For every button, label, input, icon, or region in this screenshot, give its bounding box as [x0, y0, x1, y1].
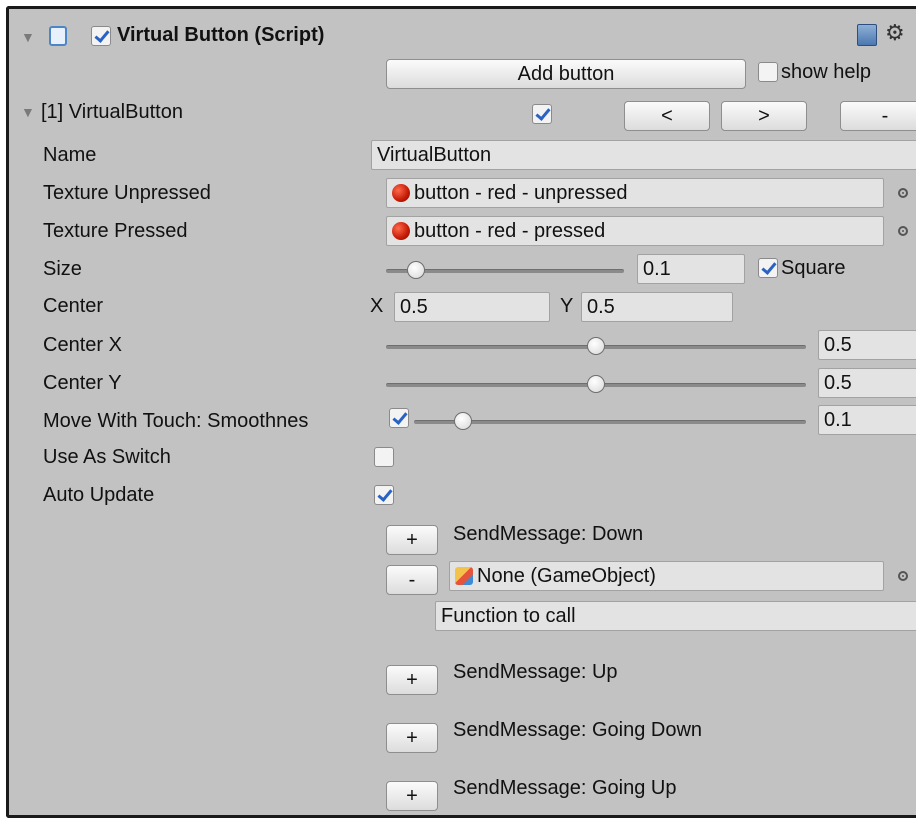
texture-pressed-label: Texture Pressed	[43, 220, 188, 242]
center-label: Center	[43, 295, 104, 317]
texture-unpressed-field[interactable]: button - red - unpressed	[386, 178, 884, 208]
component-enabled-checkbox[interactable]	[91, 26, 111, 46]
next-button[interactable]: >	[721, 101, 807, 131]
component-title: Virtual Button (Script)	[117, 24, 325, 46]
cube-icon	[455, 567, 473, 585]
smoothness-value-field[interactable]: 0.1	[818, 405, 916, 435]
center-x-field[interactable]: 0.5	[394, 292, 550, 322]
square-checkbox[interactable]	[758, 258, 778, 278]
name-label: Name	[43, 144, 97, 166]
add-down-message-button[interactable]: +	[386, 525, 438, 555]
script-icon	[49, 26, 67, 46]
add-going-up-message-button[interactable]: +	[386, 781, 438, 811]
show-help-label: show help	[781, 61, 872, 83]
texture-unpressed-label: Texture Unpressed	[43, 182, 211, 204]
gear-icon[interactable]: ⚙	[885, 20, 905, 46]
size-slider-knob[interactable]	[407, 261, 425, 279]
center-y-slider-knob[interactable]	[587, 375, 605, 393]
previous-button[interactable]: <	[624, 101, 710, 131]
use-as-switch-checkbox[interactable]	[374, 447, 394, 467]
object-picker-icon[interactable]	[898, 188, 908, 198]
button-entry-label: [1] VirtualButton	[41, 101, 183, 123]
center-y-field[interactable]: 0.5	[581, 292, 733, 322]
move-with-touch-checkbox[interactable]	[389, 408, 409, 428]
remove-button[interactable]: -	[840, 101, 916, 131]
auto-update-label: Auto Update	[43, 484, 155, 506]
move-with-touch-label: Move With Touch: Smoothnes	[43, 410, 309, 432]
square-label: Square	[781, 257, 846, 279]
smoothness-slider-knob[interactable]	[454, 412, 472, 430]
add-up-message-button[interactable]: +	[386, 665, 438, 695]
send-message-up-label: SendMessage: Up	[453, 661, 618, 683]
object-picker-icon[interactable]	[898, 226, 908, 236]
red-sphere-icon	[392, 184, 410, 202]
show-help-checkbox[interactable]	[758, 62, 778, 82]
function-to-call-field[interactable]: Function to call	[435, 601, 916, 631]
inspector-panel: ▼ Virtual Button (Script) ⚙ Add button s…	[6, 6, 916, 818]
texture-pressed-field[interactable]: button - red - pressed	[386, 216, 884, 246]
send-message-going-down-label: SendMessage: Going Down	[453, 719, 703, 741]
object-picker-icon[interactable]	[898, 571, 908, 581]
texture-unpressed-value: button - red - unpressed	[414, 181, 628, 204]
add-going-down-message-button[interactable]: +	[386, 723, 438, 753]
red-sphere-icon	[392, 222, 410, 240]
add-button[interactable]: Add button	[386, 59, 746, 89]
collapse-triangle-icon[interactable]: ▼	[21, 104, 35, 120]
collapse-triangle-icon[interactable]: ▼	[21, 29, 35, 45]
remove-down-message-button[interactable]: -	[386, 565, 438, 595]
target-gameobject-value: None (GameObject)	[477, 564, 656, 587]
center-x-value-field[interactable]: 0.5	[818, 330, 916, 360]
use-as-switch-label: Use As Switch	[43, 446, 171, 468]
send-message-down-label: SendMessage: Down	[453, 523, 644, 545]
send-message-going-up-label: SendMessage: Going Up	[453, 777, 677, 799]
center-x-prefix: X	[370, 295, 384, 317]
center-x-label: Center X	[43, 334, 122, 356]
smoothness-slider-track[interactable]	[414, 420, 806, 424]
target-gameobject-field[interactable]: None (GameObject)	[449, 561, 884, 591]
size-label: Size	[43, 258, 82, 280]
center-y-prefix: Y	[560, 295, 574, 317]
texture-pressed-value: button - red - pressed	[414, 219, 606, 242]
center-y-value-field[interactable]: 0.5	[818, 368, 916, 398]
button-entry-enabled-checkbox[interactable]	[532, 104, 552, 124]
name-field[interactable]: VirtualButton	[371, 140, 916, 170]
center-x-slider-knob[interactable]	[587, 337, 605, 355]
size-value-field[interactable]: 0.1	[637, 254, 745, 284]
center-y-label: Center Y	[43, 372, 122, 394]
auto-update-checkbox[interactable]	[374, 485, 394, 505]
book-icon[interactable]	[857, 24, 877, 46]
